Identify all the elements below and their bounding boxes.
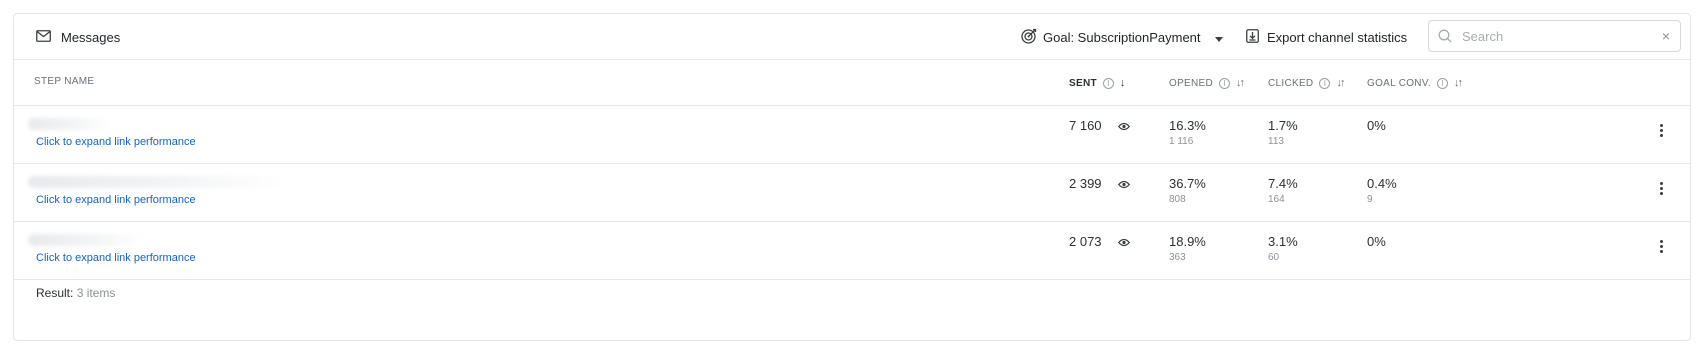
step-name-redacted: [28, 176, 286, 188]
export-channel-statistics-button[interactable]: Export channel statistics: [1246, 14, 1407, 60]
search-icon: [1438, 29, 1452, 43]
messages-title-text: Messages: [61, 29, 121, 45]
column-opened[interactable]: OPENED i ↓↑: [1169, 77, 1245, 89]
opened-count: 363: [1169, 252, 1186, 263]
messages-title: Messages: [36, 14, 120, 60]
opened-count: 1 116: [1169, 136, 1194, 147]
clicked-count: 113: [1268, 136, 1284, 147]
goal-label: Goal: SubscriptionPayment: [1043, 29, 1201, 45]
sort-icon[interactable]: ↓↑: [1454, 77, 1463, 89]
step-name-redacted: [28, 118, 110, 130]
sent-value: 7 160: [1069, 118, 1102, 133]
goal-selector[interactable]: Goal: SubscriptionPayment: [1021, 14, 1223, 60]
more-options-icon[interactable]: [1655, 120, 1667, 140]
toolbar: Messages Goal: SubscriptionPayment Expor…: [14, 14, 1690, 60]
more-options-icon[interactable]: [1655, 236, 1667, 256]
expand-link-performance[interactable]: Click to expand link performance: [36, 136, 196, 148]
clicked-rate: 3.1%: [1268, 234, 1298, 249]
column-sent-label: SENT: [1069, 77, 1097, 89]
result-summary: Result: 3 items: [36, 286, 115, 300]
goal-conv-rate: 0%: [1367, 234, 1386, 249]
export-label: Export channel statistics: [1267, 29, 1408, 45]
opened-rate: 18.9%: [1169, 234, 1206, 249]
info-icon[interactable]: i: [1102, 77, 1114, 89]
eye-icon[interactable]: [1117, 234, 1131, 252]
eye-icon[interactable]: [1117, 176, 1131, 194]
clicked-count: 164: [1268, 194, 1285, 205]
sort-descending-icon[interactable]: ↓: [1120, 77, 1125, 89]
column-opened-label: OPENED: [1169, 77, 1214, 89]
goal-conv-rate: 0.4%: [1367, 176, 1397, 191]
info-icon[interactable]: i: [1219, 77, 1231, 89]
opened-count: 808: [1169, 194, 1186, 205]
target-icon: [1021, 28, 1037, 47]
column-goal-conv-label: GOAL CONV.: [1367, 77, 1431, 89]
search-input[interactable]: [1460, 27, 1644, 45]
column-clicked[interactable]: CLICKED i ↓↑: [1268, 77, 1345, 89]
clicked-count: 60: [1268, 252, 1280, 263]
opened-rate: 16.3%: [1169, 118, 1206, 133]
sent-value: 2 073: [1069, 234, 1102, 249]
column-clicked-label: CLICKED: [1268, 77, 1314, 89]
download-icon: [1246, 28, 1259, 46]
info-icon[interactable]: i: [1319, 77, 1331, 89]
sort-icon[interactable]: ↓↑: [1336, 77, 1345, 89]
result-count: 3 items: [76, 286, 116, 300]
messages-card: Messages Goal: SubscriptionPayment Expor…: [13, 13, 1691, 341]
opened-rate: 36.7%: [1169, 176, 1206, 191]
eye-icon[interactable]: [1117, 118, 1131, 136]
table-row: Click to expand link performance 2 399 3…: [14, 164, 1690, 222]
sent-value: 2 399: [1069, 176, 1102, 191]
table-row: Click to expand link performance 7 160 1…: [14, 106, 1690, 164]
step-name-redacted: [28, 234, 143, 246]
clear-search-icon[interactable]: ×: [1662, 28, 1670, 44]
column-sent[interactable]: SENT i ↓: [1069, 77, 1125, 89]
goal-conv-rate: 0%: [1367, 118, 1386, 133]
more-options-icon[interactable]: [1655, 178, 1667, 198]
goal-conv-count: 9: [1367, 194, 1373, 205]
column-step-name: STEP NAME: [34, 76, 94, 87]
clicked-rate: 1.7%: [1268, 118, 1298, 133]
table-row: Click to expand link performance 2 073 1…: [14, 222, 1690, 280]
info-icon[interactable]: i: [1436, 77, 1448, 89]
result-label: Result:: [36, 286, 74, 300]
expand-link-performance[interactable]: Click to expand link performance: [36, 194, 196, 206]
clicked-rate: 7.4%: [1268, 176, 1298, 191]
table-header: STEP NAME SENT i ↓ OPENED i ↓↑ CLICKED i…: [14, 60, 1690, 106]
column-goal-conv[interactable]: GOAL CONV. i ↓↑: [1367, 77, 1463, 89]
sort-icon[interactable]: ↓↑: [1236, 77, 1245, 89]
caret-down-icon: [1214, 30, 1223, 45]
column-step-name-label: STEP NAME: [34, 76, 95, 87]
mail-icon: [36, 29, 51, 45]
expand-link-performance[interactable]: Click to expand link performance: [36, 252, 196, 264]
search-box: ×: [1428, 20, 1681, 52]
